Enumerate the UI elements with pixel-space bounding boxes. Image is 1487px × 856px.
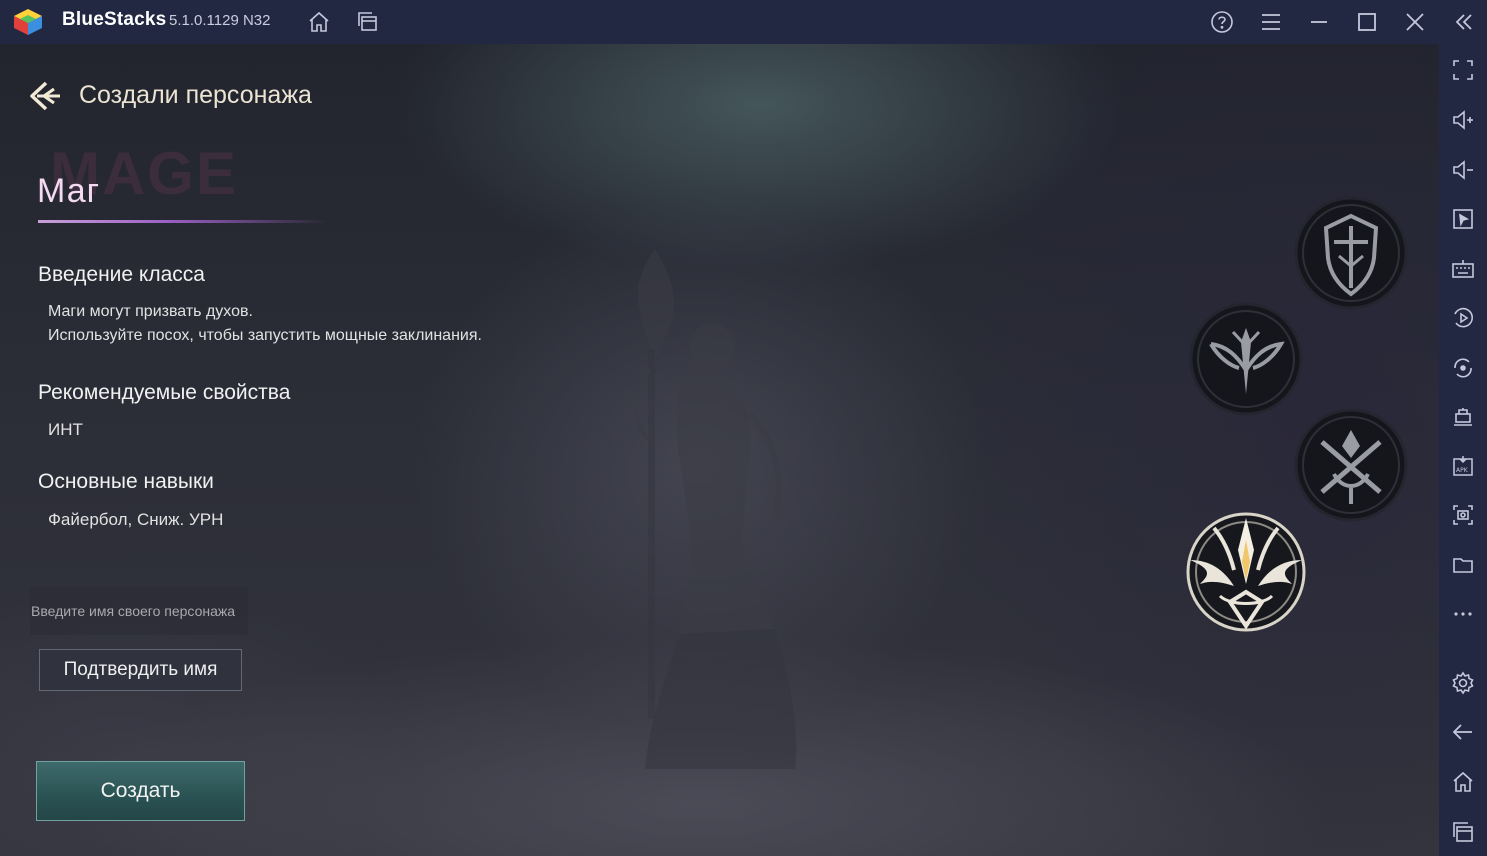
class-name: Маг xyxy=(37,172,101,210)
create-button[interactable]: Создать xyxy=(36,761,245,821)
volume-up-icon[interactable] xyxy=(1451,108,1475,132)
recent-apps-icon[interactable] xyxy=(1451,820,1475,844)
recommended-stats-heading: Рекомендуемые свойства xyxy=(38,381,291,404)
screenshot-icon[interactable] xyxy=(1451,503,1475,527)
confirm-name-label: Подтвердить имя xyxy=(63,659,218,680)
character-name-input[interactable] xyxy=(30,587,248,635)
assassin-class-emblem[interactable] xyxy=(1294,408,1408,522)
app-version: 5.1.0.1129 N32 xyxy=(169,12,271,29)
knight-class-emblem[interactable] xyxy=(1294,196,1408,310)
class-intro-line-2: Используйте посох, чтобы запустить мощны… xyxy=(48,327,482,344)
close-icon[interactable] xyxy=(1402,9,1428,35)
back-icon[interactable] xyxy=(1451,720,1475,744)
volume-down-icon[interactable] xyxy=(1451,158,1475,182)
class-intro-heading: Введение класса xyxy=(38,263,205,286)
game-viewport[interactable]: Создали персонажа MAGE Маг Введение клас… xyxy=(0,44,1439,856)
settings-icon[interactable] xyxy=(1451,671,1475,695)
help-icon[interactable] xyxy=(1209,9,1235,35)
bluestacks-logo-icon xyxy=(12,6,44,38)
apk-install-icon[interactable]: APK xyxy=(1451,454,1475,478)
main-skills-value: Файербол, Сниж. УРН xyxy=(48,510,224,529)
keyboard-icon[interactable] xyxy=(1451,257,1475,281)
app-name: BlueStacks xyxy=(62,9,167,30)
menu-icon[interactable] xyxy=(1258,9,1284,35)
back-arrow-icon[interactable] xyxy=(28,79,62,113)
android-home-icon[interactable] xyxy=(1451,770,1475,794)
macro-record-icon[interactable] xyxy=(1451,306,1475,330)
more-icon[interactable] xyxy=(1451,602,1475,626)
mage-class-emblem-selected[interactable] xyxy=(1184,510,1308,634)
class-intro-line-1: Маги могут призвать духов. xyxy=(48,303,253,320)
recommended-stats-value: ИНТ xyxy=(48,420,83,439)
collapse-sidebar-icon[interactable] xyxy=(1451,9,1477,35)
archer-class-emblem[interactable] xyxy=(1189,302,1303,416)
main-skills-heading: Основные навыки xyxy=(38,470,214,493)
page-title: Создали персонажа xyxy=(79,81,312,109)
mage-character-silhouette xyxy=(633,249,797,769)
multi-instance-icon[interactable] xyxy=(355,9,381,35)
rotate-icon[interactable] xyxy=(1451,356,1475,380)
home-icon[interactable] xyxy=(306,9,332,35)
title-bar: BlueStacks 5.1.0.1129 N32 xyxy=(0,0,1487,44)
game-mode-icon[interactable] xyxy=(1451,405,1475,429)
create-button-label: Создать xyxy=(100,779,181,802)
right-sidebar: APK xyxy=(1439,44,1487,856)
class-name-underline xyxy=(38,220,328,223)
folder-icon[interactable] xyxy=(1451,553,1475,577)
svg-text:APK: APK xyxy=(1456,467,1469,474)
confirm-name-button[interactable]: Подтвердить имя xyxy=(39,649,242,691)
fullscreen-icon[interactable] xyxy=(1451,58,1475,82)
cursor-lock-icon[interactable] xyxy=(1451,207,1475,231)
minimize-icon[interactable] xyxy=(1306,9,1332,35)
maximize-icon[interactable] xyxy=(1354,9,1380,35)
